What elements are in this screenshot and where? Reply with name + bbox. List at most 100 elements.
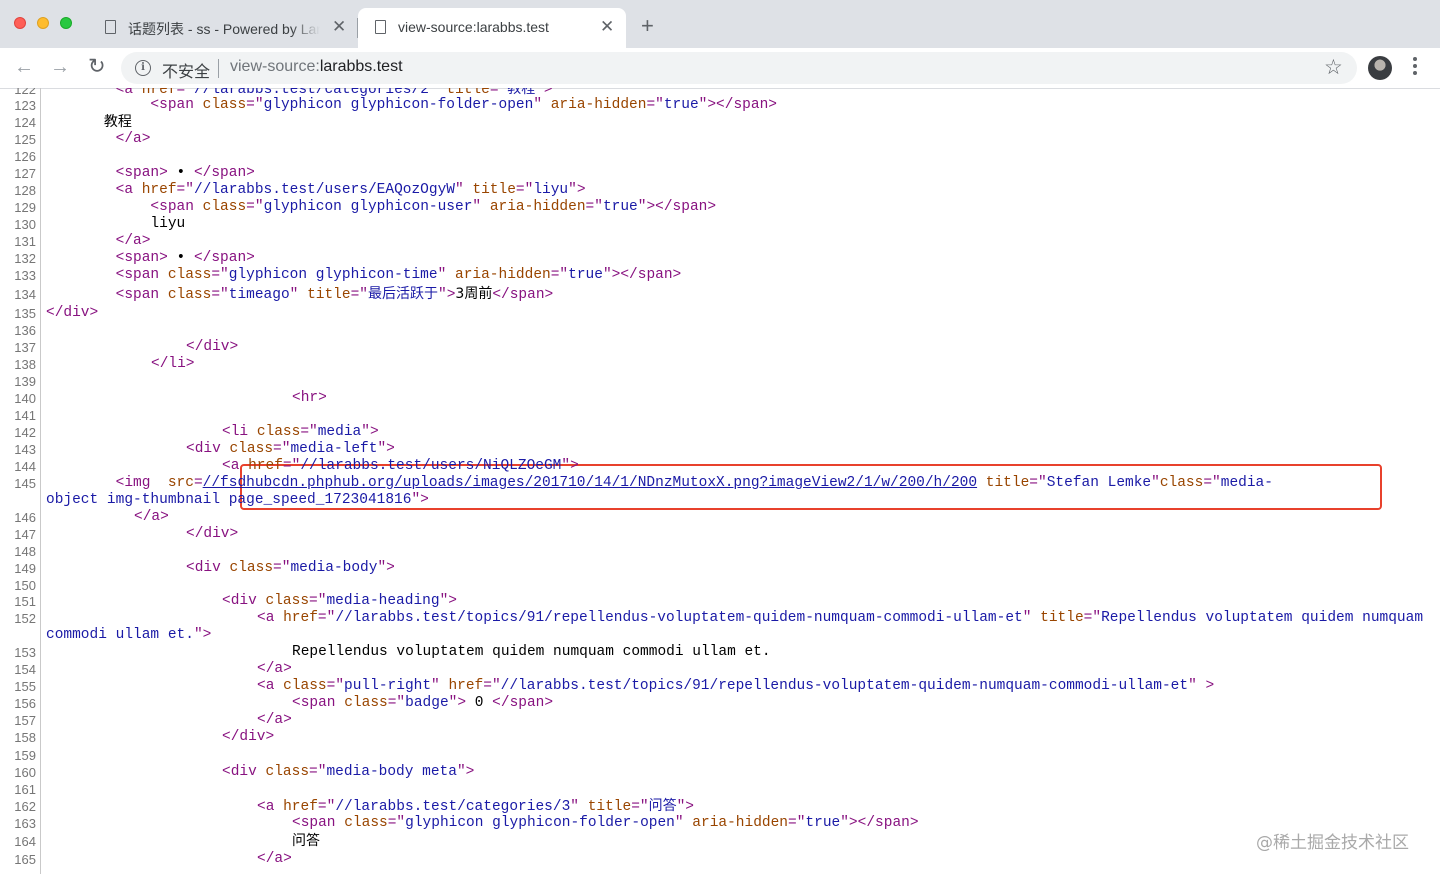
address-bar[interactable]: i 不安全 view-source:larabbs.test ☆ bbox=[121, 52, 1357, 84]
code-token: <hr> bbox=[292, 390, 327, 406]
star-icon[interactable]: ☆ bbox=[1324, 55, 1343, 80]
code-token: <div bbox=[186, 441, 230, 457]
code-token: =" bbox=[515, 182, 534, 198]
code-token: href bbox=[448, 678, 484, 694]
code-token: =" bbox=[585, 199, 603, 215]
line-number: 144 bbox=[14, 459, 36, 474]
code-token: =" bbox=[387, 815, 406, 831]
code-token: liyu bbox=[533, 182, 569, 198]
forward-arrow-icon[interactable]: → bbox=[50, 55, 70, 79]
tab-close-button[interactable]: ✕ bbox=[332, 18, 346, 36]
code-token: //larabbs.test/users/NiQLZOeGM bbox=[300, 458, 562, 474]
line-number: 156 bbox=[14, 696, 36, 711]
code-token: <li bbox=[222, 424, 257, 440]
reload-icon[interactable]: ↻ bbox=[88, 55, 106, 79]
window-close-button[interactable] bbox=[14, 17, 26, 29]
code-token: liyu bbox=[46, 216, 186, 232]
code-token: "> bbox=[561, 458, 579, 474]
code-token: "> bbox=[438, 287, 456, 303]
code-token: </span> bbox=[492, 287, 554, 303]
info-icon[interactable]: i bbox=[135, 60, 151, 76]
line-code: <li class="media"> bbox=[46, 424, 379, 441]
url-text[interactable]: view-source:larabbs.test bbox=[230, 58, 403, 76]
code-token: " bbox=[289, 287, 308, 303]
menu-icon[interactable] bbox=[1409, 57, 1421, 79]
source-line: commodi ullam et."> bbox=[0, 627, 1440, 644]
code-token: " bbox=[1151, 475, 1160, 491]
code-token: =" bbox=[350, 287, 368, 303]
line-number: 137 bbox=[14, 340, 36, 355]
code-token: =" bbox=[246, 199, 264, 215]
window-maximize-button[interactable] bbox=[60, 17, 72, 29]
code-token: 教程 bbox=[507, 88, 536, 97]
line-number: 161 bbox=[14, 782, 36, 797]
line-code: commodi ullam et."> bbox=[46, 627, 211, 644]
code-token: <div bbox=[186, 560, 230, 576]
avatar[interactable] bbox=[1368, 56, 1392, 80]
tab-close-button[interactable]: ✕ bbox=[600, 18, 614, 36]
source-line: 162 <a href="//larabbs.test/categories/3"… bbox=[0, 798, 1440, 815]
window-minimize-button[interactable] bbox=[37, 17, 49, 29]
line-code: </div> bbox=[46, 729, 274, 746]
code-token: media-heading bbox=[326, 593, 440, 609]
code-token: =" bbox=[1203, 475, 1221, 491]
code-token: //larabbs.test/topics/91/repellendus-vol… bbox=[335, 610, 1023, 626]
source-line: 124 教程 bbox=[0, 114, 1440, 131]
code-token: <span> bbox=[46, 250, 168, 266]
line-number: 157 bbox=[14, 713, 36, 728]
tab-topics[interactable]: 话题列表 - ss - Powered by Laravel ✕ bbox=[88, 8, 358, 48]
security-label[interactable]: 不安全 bbox=[162, 58, 210, 82]
code-token: class bbox=[1159, 475, 1204, 491]
line-number: 139 bbox=[14, 374, 36, 389]
code-token: </div> bbox=[186, 526, 239, 542]
line-number: 143 bbox=[14, 442, 36, 457]
line-number: 153 bbox=[14, 645, 36, 660]
code-token: //larabbs.test/topics/91/repellendus-vol… bbox=[500, 678, 1189, 694]
code-token: </a> bbox=[46, 233, 151, 249]
code-token: <span bbox=[292, 695, 345, 711]
line-code: 问答 bbox=[46, 833, 320, 851]
code-token: =" bbox=[176, 182, 194, 198]
code-token: 最后活跃于 bbox=[368, 286, 438, 302]
code-token: title bbox=[587, 799, 632, 815]
source-line: 165 </a> bbox=[0, 851, 1440, 868]
source-line: 135 </div> bbox=[0, 305, 1440, 322]
code-token: media-body bbox=[290, 560, 378, 576]
tab-strip: 话题列表 - ss - Powered by Laravel ✕ view-so… bbox=[0, 0, 1440, 48]
line-number: 164 bbox=[14, 834, 36, 849]
url-scheme: view-source: bbox=[230, 58, 320, 75]
line-number: 134 bbox=[14, 287, 36, 302]
line-number: 124 bbox=[14, 115, 36, 130]
line-code: <hr> bbox=[46, 390, 327, 407]
code-token: "></span> bbox=[637, 199, 717, 215]
line-code: <a class="pull-right" href="//larabbs.te… bbox=[46, 678, 1214, 695]
line-code: Repellendus voluptatem quidem numquam co… bbox=[46, 644, 771, 661]
line-number: 123 bbox=[14, 98, 36, 113]
code-token: object img-thumbnail page_speed_17230418… bbox=[46, 492, 412, 508]
code-token: 0 bbox=[466, 695, 493, 711]
code-token: badge bbox=[405, 695, 449, 711]
source-link[interactable]: //fsdhubcdn.phphub.org/uploads/images/20… bbox=[203, 475, 977, 491]
source-line: 138 </li> bbox=[0, 356, 1440, 373]
code-token: title bbox=[1040, 610, 1084, 626]
line-number: 142 bbox=[14, 425, 36, 440]
tab-view-source[interactable]: view-source:larabbs.test ✕ bbox=[358, 8, 626, 48]
source-view[interactable]: @稀土掘金技术社区 122 <a href="//larabbs.test/ca… bbox=[0, 88, 1440, 874]
line-number: 135 bbox=[14, 306, 36, 321]
code-token: =" bbox=[646, 97, 664, 113]
code-token: </li> bbox=[151, 356, 195, 372]
code-token: = bbox=[193, 475, 203, 491]
code-token: </a> bbox=[257, 661, 292, 677]
code-token: "> bbox=[361, 424, 379, 440]
source-line: 144 <a href="//larabbs.test/users/NiQLZOe… bbox=[0, 458, 1440, 475]
source-line: 163 <span class="glyphicon glyphicon-fold… bbox=[0, 815, 1440, 832]
new-tab-button[interactable]: + bbox=[641, 15, 654, 37]
back-arrow-icon[interactable]: ← bbox=[14, 55, 34, 79]
document-icon bbox=[375, 20, 386, 34]
code-token: class bbox=[229, 560, 274, 576]
code-token: true bbox=[663, 97, 699, 113]
line-code: <span class="badge"> 0 </span> bbox=[46, 695, 553, 712]
code-token: <a bbox=[257, 799, 284, 815]
source-line: 164 问答 bbox=[0, 833, 1440, 850]
code-token: </div> bbox=[46, 305, 99, 321]
